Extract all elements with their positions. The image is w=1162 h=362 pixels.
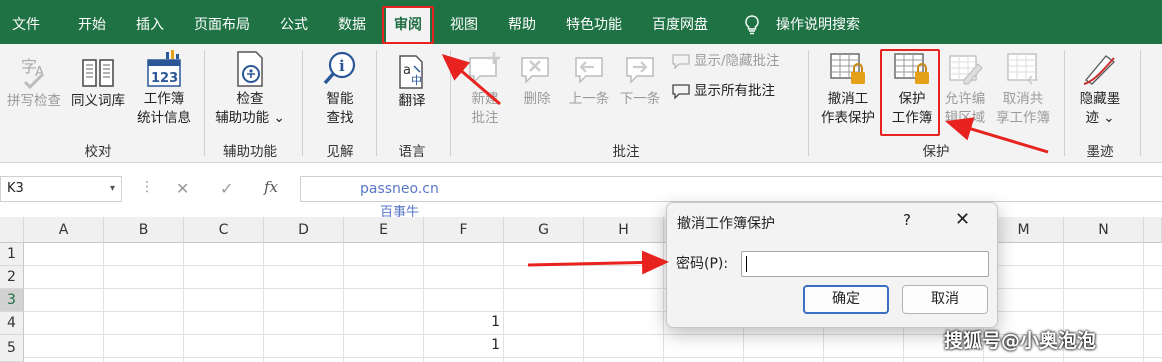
annotation-arrows xyxy=(441,54,1049,275)
footer-watermark: 搜狐号@小奥泡泡 xyxy=(944,330,1097,352)
arrow-to-protect-workbook xyxy=(945,117,1049,154)
arrow-to-password-field xyxy=(527,250,669,275)
arrow-to-review-tab xyxy=(441,54,501,106)
